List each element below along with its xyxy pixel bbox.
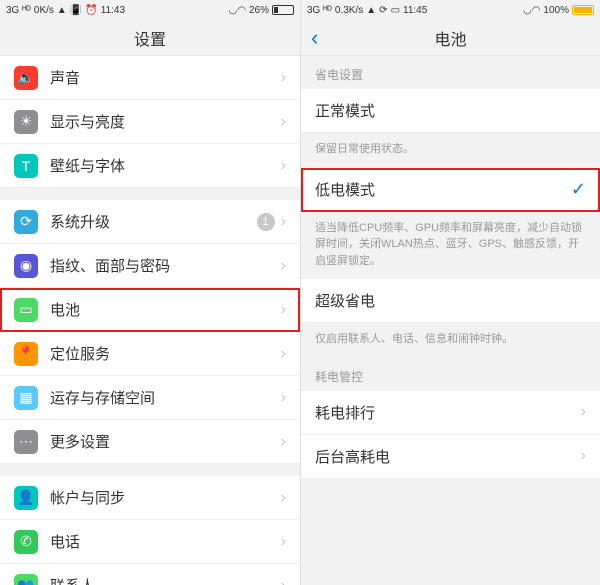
clock-text: 11:43 <box>101 5 125 16</box>
net-speed: 0K/s <box>34 5 54 16</box>
list-item-label: 联系人 <box>50 575 281 585</box>
signal-text: 3G ᴴᴰ <box>6 5 31 16</box>
settings-list: 🔈声音›☀显示与亮度›T壁纸与字体›⟳系统升级1›◉指纹、面部与密码›▭电池›📍… <box>0 56 300 585</box>
alert-icon: ▲ <box>57 5 67 16</box>
battery-icon: ▭ <box>14 298 38 322</box>
storage-icon: ▦ <box>14 386 38 410</box>
section-gap <box>0 188 300 200</box>
chevron-right-icon: › <box>281 577 286 585</box>
page-title: 设置 <box>134 26 166 50</box>
brightness-icon: ☀ <box>14 110 38 134</box>
list-item-label: 后台高耗电 <box>315 446 581 467</box>
list-item[interactable]: 低电模式✓ <box>301 168 600 212</box>
status-bar: 3G ᴴᴰ 0K/s ▲ 📳 ⏰ 11:43 ◡◠ 26% <box>0 0 300 20</box>
list-item[interactable]: ✆ 电话› <box>0 520 300 564</box>
nav-header: 设置 <box>0 20 300 56</box>
status-bar: 3G ᴴᴰ 0.3K/s ▲ ⟳ ▭ 11:45 ◡◠ 100% <box>301 0 600 20</box>
section-gap <box>0 464 300 476</box>
chevron-right-icon: › <box>281 433 286 451</box>
row-description: 适当降低CPU频率、GPU频率和屏幕亮度，减少自动锁屏时间，关闭WLAN热点、蓝… <box>301 212 600 280</box>
clock-text: 11:45 <box>403 5 427 16</box>
list-item[interactable]: ▦ 运存与存储空间› <box>0 376 300 420</box>
list-item[interactable]: 📍 定位服务› <box>0 332 300 376</box>
battery-icon <box>272 5 294 15</box>
alert-icon: ▲ <box>366 5 376 16</box>
list-item[interactable]: ⟳ 系统升级1 › <box>0 200 300 244</box>
net-speed: 0.3K/s <box>335 5 363 16</box>
phone-icon: ✆ <box>14 530 38 554</box>
list-item-label: 指纹、面部与密码 <box>50 255 281 276</box>
sync-icon: ⟳ <box>379 5 387 16</box>
more-icon: ⋯ <box>14 430 38 454</box>
chevron-right-icon: › <box>581 403 586 421</box>
list-item-label: 正常模式 <box>315 100 586 121</box>
list-item[interactable]: T 壁纸与字体› <box>0 144 300 188</box>
account-icon: 👤 <box>14 486 38 510</box>
wifi-icon: ◡◠ <box>523 5 540 16</box>
list-item-label: 壁纸与字体 <box>50 155 281 176</box>
battery-pct: 26% <box>249 5 269 16</box>
battery-screen: 3G ᴴᴰ 0.3K/s ▲ ⟳ ▭ 11:45 ◡◠ 100% ‹ 电池 省电… <box>300 0 600 585</box>
list-item[interactable]: 🔈 声音› <box>0 56 300 100</box>
chevron-right-icon: › <box>281 157 286 175</box>
chevron-right-icon: › <box>281 533 286 551</box>
row-description: 仅启用联系人、电话、信息和闹钟时钟。 <box>301 323 600 358</box>
list-item[interactable]: 正常模式 <box>301 89 600 133</box>
list-item-label: 电话 <box>50 531 281 552</box>
list-item[interactable]: 👤 帐户与同步› <box>0 476 300 520</box>
chevron-right-icon: › <box>281 489 286 507</box>
chevron-right-icon: › <box>281 389 286 407</box>
signal-text: 3G ᴴᴰ <box>307 5 332 16</box>
list-item[interactable]: 超级省电 <box>301 279 600 323</box>
chevron-right-icon: › <box>281 345 286 363</box>
list-item[interactable]: 耗电排行› <box>301 391 600 435</box>
nav-header: ‹ 电池 <box>301 20 600 56</box>
fingerprint-icon: ◉ <box>14 254 38 278</box>
chevron-right-icon: › <box>281 69 286 87</box>
chevron-right-icon: › <box>281 213 286 231</box>
contacts-icon: 👥 <box>14 574 38 585</box>
row-description: 保留日常使用状态。 <box>301 133 600 168</box>
list-item-label: 系统升级 <box>50 211 257 232</box>
list-item-label: 帐户与同步 <box>50 487 281 508</box>
wallpaper-icon: T <box>14 154 38 178</box>
back-button[interactable]: ‹ <box>311 27 318 49</box>
list-item[interactable]: ☀ 显示与亮度› <box>0 100 300 144</box>
list-item-label: 耗电排行 <box>315 402 581 423</box>
card-icon: ▭ <box>391 5 400 16</box>
list-item-label: 显示与亮度 <box>50 111 281 132</box>
list-item[interactable]: 后台高耗电› <box>301 435 600 479</box>
chevron-right-icon: › <box>281 113 286 131</box>
speaker-icon: 🔈 <box>14 66 38 90</box>
check-icon: ✓ <box>571 179 586 200</box>
wifi-icon: ◡◠ <box>229 5 246 16</box>
section-header: 耗电管控 <box>301 358 600 391</box>
notification-badge: 1 <box>257 213 275 231</box>
list-item-label: 更多设置 <box>50 431 281 452</box>
list-item[interactable]: ⋯ 更多设置› <box>0 420 300 464</box>
section-header: 省电设置 <box>301 56 600 89</box>
list-item-label: 声音 <box>50 67 281 88</box>
chevron-right-icon: › <box>281 301 286 319</box>
list-item-label: 超级省电 <box>315 290 586 311</box>
settings-screen: 3G ᴴᴰ 0K/s ▲ 📳 ⏰ 11:43 ◡◠ 26% 设置 🔈声音›☀显示… <box>0 0 300 585</box>
list-item[interactable]: 👥 联系人› <box>0 564 300 585</box>
list-item-label: 定位服务 <box>50 343 281 364</box>
vibrate-icon: 📳 <box>70 5 82 16</box>
list-item[interactable]: ◉ 指纹、面部与密码› <box>0 244 300 288</box>
update-icon: ⟳ <box>14 210 38 234</box>
alarm-icon: ⏰ <box>85 5 97 16</box>
page-title: 电池 <box>434 26 466 50</box>
list-item-label: 电池 <box>50 299 281 320</box>
battery-content: 省电设置正常模式保留日常使用状态。低电模式✓适当降低CPU频率、GPU频率和屏幕… <box>301 56 600 479</box>
chevron-right-icon: › <box>581 447 586 465</box>
list-item[interactable]: ▭ 电池› <box>0 288 300 332</box>
chevron-right-icon: › <box>281 257 286 275</box>
battery-icon <box>572 5 594 15</box>
list-item-label: 运存与存储空间 <box>50 387 281 408</box>
location-icon: 📍 <box>14 342 38 366</box>
list-item-label: 低电模式 <box>315 179 571 200</box>
battery-pct: 100% <box>543 5 569 16</box>
